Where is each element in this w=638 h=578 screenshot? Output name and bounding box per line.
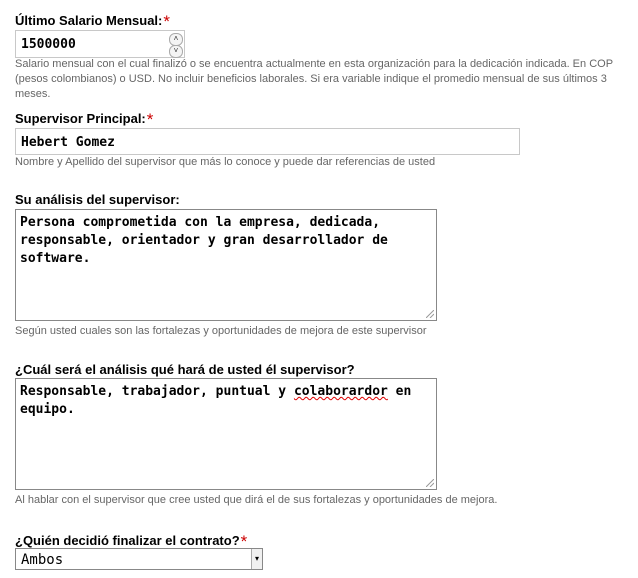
supervisor-description: Nombre y Apellido del supervisor que más… — [15, 156, 436, 168]
supervisor-analysis-label: Su análisis del supervisor: — [15, 192, 180, 207]
contract-end-label-text: ¿Quién decidió finalizar el contrato? — [15, 533, 240, 548]
supervisor-opinion-label: ¿Cuál será el análisis qué hará de usted… — [15, 362, 355, 377]
salary-description: Salario mensual con el cual finalizó o s… — [15, 58, 613, 100]
salary-label: Último Salario Mensual:* — [15, 10, 170, 31]
required-asterisk: * — [163, 12, 170, 31]
salary-input[interactable]: 1500000 ˄ ˅ — [15, 30, 185, 58]
dropdown-arrow-icon[interactable]: ▾ — [251, 549, 262, 569]
supervisor-opinion-description: Al hablar con el supervisor que cree ust… — [15, 494, 498, 506]
salary-label-text: Último Salario Mensual: — [15, 13, 163, 28]
supervisor-analysis-description: Según usted cuales son las fortalezas y … — [15, 325, 427, 337]
contract-end-selected-value: Ambos — [21, 552, 64, 568]
resize-grip-icon[interactable] — [426, 310, 434, 318]
required-asterisk: * — [146, 110, 154, 129]
contract-end-label: ¿Quién decidió finalizar el contrato?* — [15, 530, 247, 551]
misspelled-word[interactable]: colaborardor — [294, 384, 388, 399]
supervisor-label: Supervisor Principal:* — [15, 108, 154, 129]
supervisor-label-text: Supervisor Principal: — [15, 111, 146, 126]
supervisor-opinion-textarea[interactable]: Responsable, trabajador, puntual y colab… — [15, 378, 437, 490]
supervisor-value: Hebert Gomez — [21, 135, 115, 150]
contract-end-select[interactable]: Ambos ▾ — [15, 548, 263, 570]
resize-grip-icon[interactable] — [426, 479, 434, 487]
supervisor-analysis-value: Persona comprometida con la empresa, ded… — [20, 215, 388, 266]
salary-stepper[interactable]: ˄ ˅ — [169, 32, 183, 58]
supervisor-input[interactable]: Hebert Gomez — [15, 128, 520, 155]
supervisor-opinion-text-start: Responsable, trabajador, puntual y — [20, 384, 294, 399]
supervisor-analysis-textarea[interactable]: Persona comprometida con la empresa, ded… — [15, 209, 437, 321]
salary-value: 1500000 — [21, 37, 76, 52]
